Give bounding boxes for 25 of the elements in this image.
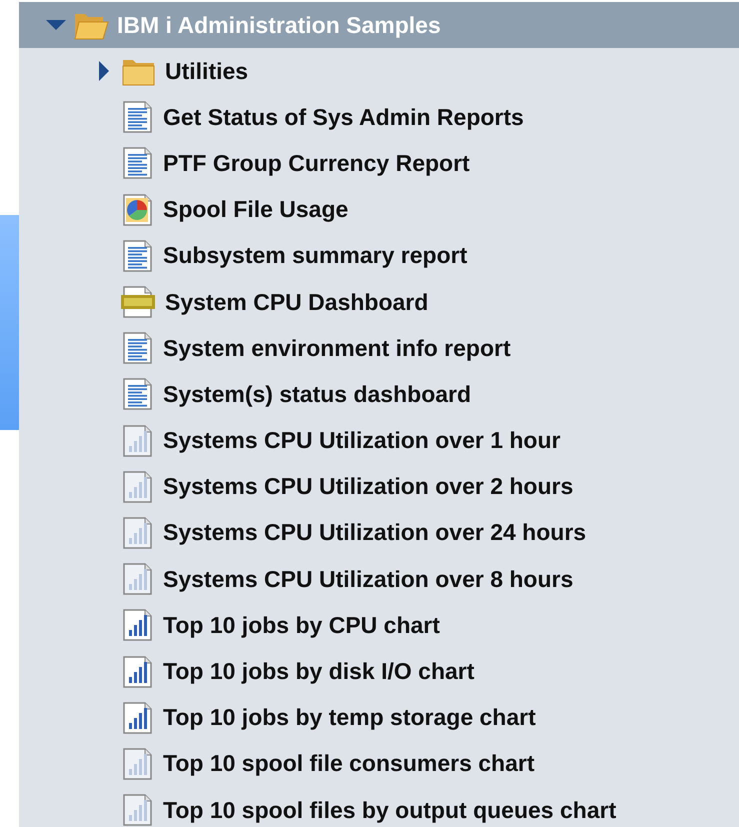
document-icon (121, 331, 155, 366)
expand-arrow-icon[interactable] (97, 60, 111, 82)
tree-item[interactable]: Spool File Usage (19, 186, 739, 233)
tree-item[interactable]: Top 10 jobs by temp storage chart (19, 694, 739, 741)
tree-item[interactable]: System environment info report (19, 325, 739, 372)
tree-item[interactable]: Top 10 spool files by output queues chart (19, 787, 739, 827)
tree-item[interactable]: Top 10 spool file consumers chart (19, 740, 739, 787)
tree-item[interactable]: System(s) status dashboard (19, 371, 739, 418)
tree-item[interactable]: Systems CPU Utilization over 8 hours (19, 556, 739, 602)
tree-item[interactable]: Top 10 jobs by CPU chart (19, 602, 739, 648)
tree-item[interactable]: Systems CPU Utilization over 24 hours (19, 510, 739, 556)
tree-item[interactable]: Subsystem summary report (19, 232, 739, 279)
document-icon (121, 377, 155, 412)
tree-item[interactable]: PTF Group Currency Report (19, 140, 739, 187)
collapse-arrow-icon[interactable] (45, 18, 67, 32)
tree-item[interactable]: Get Status of Sys Admin Reports (19, 94, 739, 140)
document-icon (121, 100, 155, 134)
document-icon (121, 238, 155, 273)
tree-item[interactable]: Systems CPU Utilization over 2 hours (19, 464, 739, 510)
pie-chart-icon (121, 192, 155, 227)
document-icon (121, 146, 155, 180)
tree-item[interactable]: Systems CPU Utilization over 1 hour (19, 418, 739, 464)
tree-item[interactable]: Top 10 jobs by disk I/O chart (19, 648, 739, 695)
tree-item[interactable]: System CPU Dashboard (19, 278, 739, 326)
tree-item[interactable]: Utilities (19, 48, 739, 94)
